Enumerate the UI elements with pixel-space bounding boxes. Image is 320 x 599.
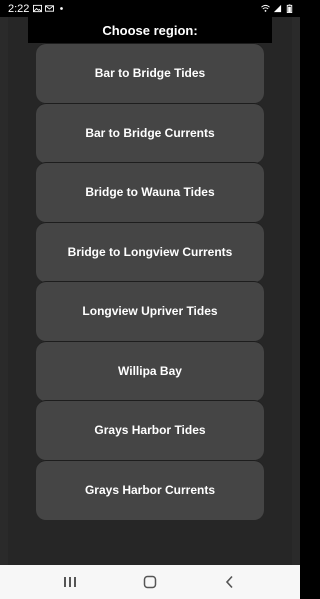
app-screen: Choose region: Bar to Bridge Tides Bar t…: [0, 17, 300, 565]
region-button-grays-harbor-currents[interactable]: Grays Harbor Currents: [36, 459, 264, 520]
status-time: 2:22: [8, 2, 30, 15]
status-bar: 2:22: [0, 0, 300, 17]
region-button-bridge-to-longview-currents[interactable]: Bridge to Longview Currents: [36, 221, 264, 282]
right-margin: [292, 17, 300, 565]
region-button-longview-upriver-tides[interactable]: Longview Upriver Tides: [36, 281, 264, 341]
region-button-bar-to-bridge-currents[interactable]: Bar to Bridge Currents: [36, 102, 264, 163]
system-nav-bar: [0, 565, 300, 599]
wifi-icon: [261, 4, 270, 12]
mail-icon: [45, 5, 55, 12]
back-button[interactable]: [215, 567, 245, 597]
status-left-icons: [33, 4, 66, 13]
region-list: Bar to Bridge Tides Bar to Bridge Curren…: [36, 43, 264, 520]
battery-icon: [286, 4, 293, 13]
region-button-bar-to-bridge-tides[interactable]: Bar to Bridge Tides: [36, 43, 264, 103]
recent-apps-icon: [64, 577, 76, 587]
dot-icon: [60, 7, 64, 10]
region-button-grays-harbor-tides[interactable]: Grays Harbor Tides: [36, 400, 264, 460]
signal-icon: [273, 4, 282, 13]
page-title: Choose region:: [28, 17, 272, 43]
region-button-bridge-to-wauna-tides[interactable]: Bridge to Wauna Tides: [36, 162, 264, 222]
home-icon: [143, 575, 157, 589]
region-button-willipa-bay[interactable]: Willipa Bay: [36, 340, 264, 401]
home-button[interactable]: [135, 567, 165, 597]
image-icon: [33, 4, 43, 13]
status-right-icons: [261, 4, 294, 13]
back-icon: [225, 575, 233, 589]
left-margin: [0, 17, 8, 565]
recent-apps-button[interactable]: [55, 567, 85, 597]
